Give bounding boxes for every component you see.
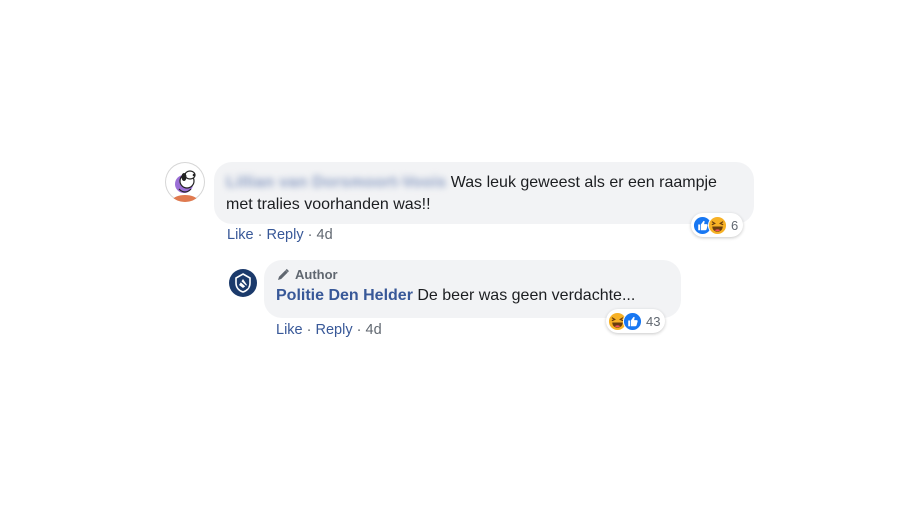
comment-bubble: Lillian van Dorsmoort-Voois Was leuk gew… <box>214 162 754 224</box>
reaction-count: 6 <box>731 217 739 233</box>
like-link[interactable]: Like <box>276 322 303 338</box>
commenter-name[interactable]: Lillian van Dorsmoort-Voois <box>226 172 446 194</box>
snoopy-avatar-icon <box>173 170 197 202</box>
comment-text-line2: met tralies voorhanden was!! <box>226 196 431 213</box>
like-link[interactable]: Like <box>227 227 254 243</box>
reply-text-body: De beer was geen verdachte... <box>417 287 636 304</box>
police-logo-icon <box>235 273 251 293</box>
reply-text: Politie Den Helder De beer was geen verd… <box>276 285 669 307</box>
page-avatar[interactable] <box>229 269 257 297</box>
page-name[interactable]: Politie Den Helder <box>276 287 413 304</box>
comment-reactions[interactable]: 6 <box>691 213 744 237</box>
separator: · <box>306 322 312 338</box>
author-badge-label: Author <box>295 267 338 282</box>
reply-link[interactable]: Reply <box>316 322 353 338</box>
author-badge: Author <box>276 267 669 282</box>
reply-actions: Like · Reply · 4d <box>276 322 382 338</box>
reply-timestamp[interactable]: 4d <box>366 322 382 338</box>
reply-reactions[interactable]: 43 <box>606 309 666 333</box>
like-icon <box>623 311 642 331</box>
commenter-avatar[interactable] <box>165 162 205 202</box>
separator: · <box>257 227 263 243</box>
separator: · <box>307 227 313 243</box>
comment-actions: Like · Reply · 4d <box>227 227 333 243</box>
separator: · <box>356 322 362 338</box>
comment-timestamp[interactable]: 4d <box>317 227 333 243</box>
reaction-count: 43 <box>646 313 661 329</box>
reply-link[interactable]: Reply <box>267 227 304 243</box>
pencil-icon <box>278 268 289 280</box>
comment-text-line1: Was leuk geweest als er een raampje <box>450 174 717 191</box>
comment-text: Lillian van Dorsmoort-Voois Was leuk gew… <box>226 172 740 216</box>
haha-icon <box>708 215 727 235</box>
